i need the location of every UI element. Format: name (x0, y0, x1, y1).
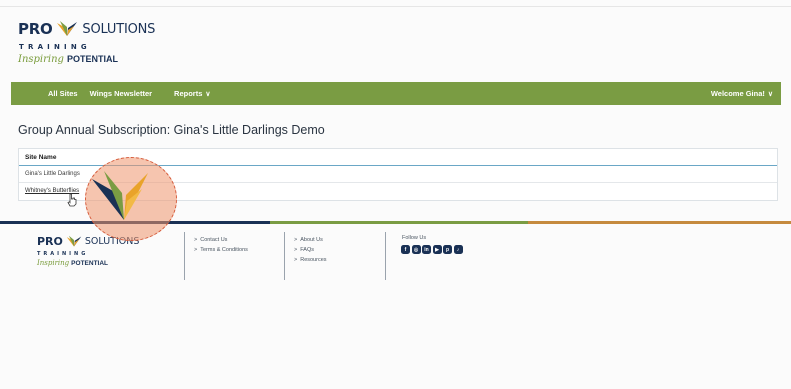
nav-reports-label: Reports (174, 89, 203, 98)
tagline-script: Inspiring (18, 54, 64, 65)
footer-logo-tagline: Inspiring POTENTIAL (37, 259, 157, 267)
footer-link-about-us[interactable]: About Us (294, 235, 327, 245)
page-title: Group Annual Subscription: Gina's Little… (18, 123, 325, 137)
footer-links-col2: About Us FAQs Resources (294, 235, 327, 265)
logo-wordmark: PRO SOLUTIONS (18, 20, 155, 38)
footer-divider (385, 232, 386, 280)
logo-solutions: SOLUTIONS (82, 21, 156, 37)
tiktok-icon[interactable]: ♪ (453, 245, 463, 254)
user-menu[interactable]: Welcome Gina! ∨ (711, 89, 773, 98)
butterfly-logo-icon (66, 235, 82, 247)
youtube-icon[interactable]: ▶ (432, 245, 442, 254)
nav-item-wings-newsletter[interactable]: Wings Newsletter (90, 89, 152, 98)
footer-link-faqs[interactable]: FAQs (294, 245, 327, 255)
header-logo[interactable]: PRO SOLUTIONS TRAINING Inspiring POTENTIA… (18, 14, 178, 74)
main-nav: All Sites Wings Newsletter Reports ∨ Welc… (11, 82, 781, 105)
chevron-down-icon: ∨ (767, 91, 773, 98)
nav-item-all-sites[interactable]: All Sites (48, 89, 78, 98)
footer-links-col1: Contact Us Terms & Conditions (194, 235, 248, 255)
chevron-down-icon: ∨ (205, 91, 211, 98)
linkedin-icon[interactable]: in (422, 245, 431, 254)
instagram-icon[interactable]: ◎ (411, 245, 421, 254)
logo-pro: PRO (18, 20, 53, 38)
top-divider (0, 6, 791, 7)
footer-link-resources[interactable]: Resources (294, 255, 326, 265)
welcome-label: Welcome Gina! (710, 89, 765, 98)
facebook-icon[interactable]: f (401, 245, 410, 254)
footer-link-terms[interactable]: Terms & Conditions (194, 245, 248, 255)
footer-divider (284, 232, 285, 280)
hand-pointer-icon (67, 193, 77, 207)
butterfly-logo-icon (92, 171, 148, 220)
butterfly-logo-icon (57, 21, 78, 36)
footer-divider (184, 232, 185, 280)
footer-link-contact-us[interactable]: Contact Us (194, 235, 248, 245)
footer-logo-pro: PRO (37, 235, 63, 248)
footer-tagline-script: Inspiring (37, 259, 70, 267)
pinterest-icon[interactable]: p (443, 245, 452, 254)
tagline-rest: POTENTIAL (66, 54, 118, 64)
footer-logo-training: TRAINING (37, 251, 89, 257)
social-links: f ◎ in ▶ p ♪ (401, 245, 464, 254)
nav-item-reports[interactable]: Reports ∨ (174, 89, 210, 98)
logo-tagline: Inspiring POTENTIAL (18, 54, 118, 65)
footer-tagline-rest: POTENTIAL (71, 260, 109, 267)
logo-training: TRAINING (19, 43, 91, 51)
footer-logo[interactable]: PRO SOLUTIONS TRAINING Inspiring POTENTIA… (37, 235, 157, 275)
site-name-cell: Gina's Little Darlings (25, 171, 80, 177)
page: PRO SOLUTIONS TRAINING Inspiring POTENTIA… (0, 0, 791, 389)
follow-us-label: Follow Us (402, 235, 427, 241)
